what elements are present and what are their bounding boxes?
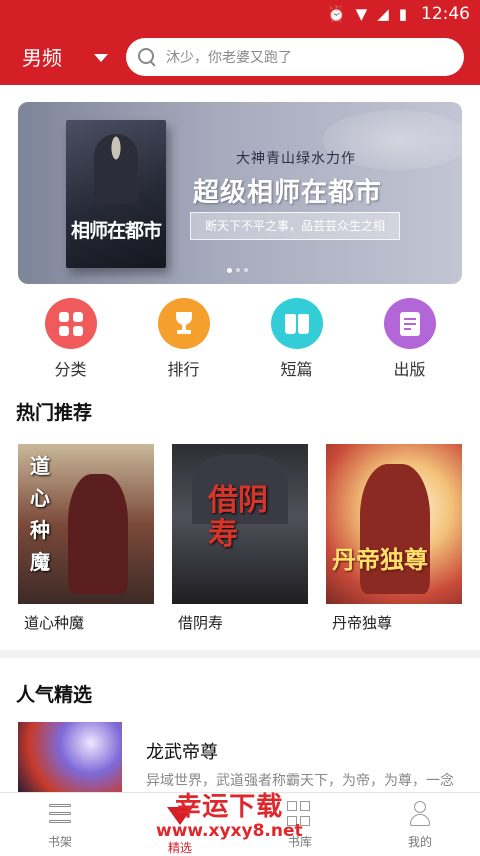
carousel-dot[interactable] [244, 268, 248, 272]
user-icon [407, 801, 433, 827]
entry-label: 短篇 [280, 360, 313, 379]
trophy-icon [157, 298, 210, 349]
cover-title: 相师在都市 [70, 220, 162, 242]
nav-me[interactable]: 我的 [360, 793, 480, 852]
banner-title: 超级相师在都市 [193, 178, 383, 208]
grid-icon [44, 298, 97, 349]
cover-title: 借阴寿 [208, 483, 268, 552]
nav-label: 精选 [167, 841, 192, 855]
alarm-icon: ⏰ [326, 4, 346, 23]
popular-section-title: 人气精选 [16, 684, 93, 706]
book-cover [18, 722, 122, 792]
search-icon [138, 47, 156, 66]
banner-book-cover: 相师在都市 [66, 120, 166, 268]
section-divider [0, 650, 480, 658]
cover-title: 道心种魔 [30, 454, 50, 574]
search-input[interactable]: 沐少，你老婆又跑了 [126, 37, 464, 76]
battery-icon: ▮ [398, 4, 407, 23]
carousel-indicator [227, 268, 248, 273]
cover-figure [94, 134, 138, 204]
document-icon [383, 298, 436, 349]
entry-label: 排行 [167, 360, 200, 379]
chevron-down-icon [94, 53, 108, 62]
watermark-url: www.xyxy8.net [156, 821, 303, 841]
book-cover: 借阴寿 [172, 444, 308, 604]
book-cover: 道心种魔 [18, 444, 154, 604]
channel-label: 男频 [22, 46, 62, 70]
quick-entries: 分类 排行 短篇 出版 [0, 298, 480, 380]
book-card[interactable]: 道心种魔 道心种魔 [18, 444, 154, 633]
status-bar: ⏰ ▼ ◢ ▮ 12:46 [0, 0, 480, 28]
entry-short-stories[interactable]: 短篇 [240, 298, 353, 380]
book-card[interactable]: 丹帝独尊 丹帝独尊 [326, 444, 462, 633]
entry-publishing[interactable]: 出版 [353, 298, 466, 380]
bookshelf-icon [47, 801, 73, 827]
banner-author-line: 大神青山绿水力作 [236, 151, 356, 167]
watermark: 幸运下载 www.xyxy8.net [156, 786, 303, 841]
top-header: 男频 沐少，你老婆又跑了 [0, 28, 480, 85]
book-name: 借阴寿 [178, 614, 224, 632]
entry-label: 分类 [54, 360, 87, 379]
book-cover: 丹帝独尊 [326, 444, 462, 604]
banner-slogan: 断天下不平之事，品芸芸众生之相 [190, 212, 400, 240]
cover-figure [68, 474, 128, 594]
status-time: 12:46 [421, 4, 470, 24]
book-title: 龙武帝尊 [146, 742, 218, 763]
cover-title: 丹帝独尊 [332, 545, 428, 574]
nav-label: 书架 [47, 835, 72, 849]
entry-category[interactable]: 分类 [14, 298, 127, 380]
carousel-dot[interactable] [236, 268, 240, 272]
book-card[interactable]: 借阴寿 借阴寿 [172, 444, 308, 633]
search-placeholder: 沐少，你老婆又跑了 [166, 49, 292, 66]
book-name: 丹帝独尊 [332, 614, 393, 632]
entry-label: 出版 [393, 360, 426, 379]
carousel-dot[interactable] [227, 268, 232, 273]
nav-bookshelf[interactable]: 书架 [0, 793, 120, 852]
book-name: 道心种魔 [24, 614, 85, 632]
list-item[interactable]: 龙武帝尊 异域世界，武道强者称霸天下，为帝，为尊，一念 [18, 722, 478, 792]
hot-section-title: 热门推荐 [16, 402, 93, 424]
hot-book-list: 道心种魔 道心种魔 借阴寿 借阴寿 丹帝独尊 丹帝独尊 [0, 444, 480, 634]
wifi-icon: ▼ [355, 4, 368, 23]
nav-label: 我的 [407, 835, 432, 849]
entry-ranking[interactable]: 排行 [127, 298, 240, 380]
signal-icon: ◢ [377, 4, 389, 23]
book-open-icon [270, 298, 323, 349]
channel-selector[interactable]: 男频 [22, 42, 108, 71]
watermark-title: 幸运下载 [175, 792, 284, 822]
promo-banner[interactable]: 相师在都市 大神青山绿水力作 超级相师在都市 断天下不平之事，品芸芸众生之相 [18, 102, 462, 284]
